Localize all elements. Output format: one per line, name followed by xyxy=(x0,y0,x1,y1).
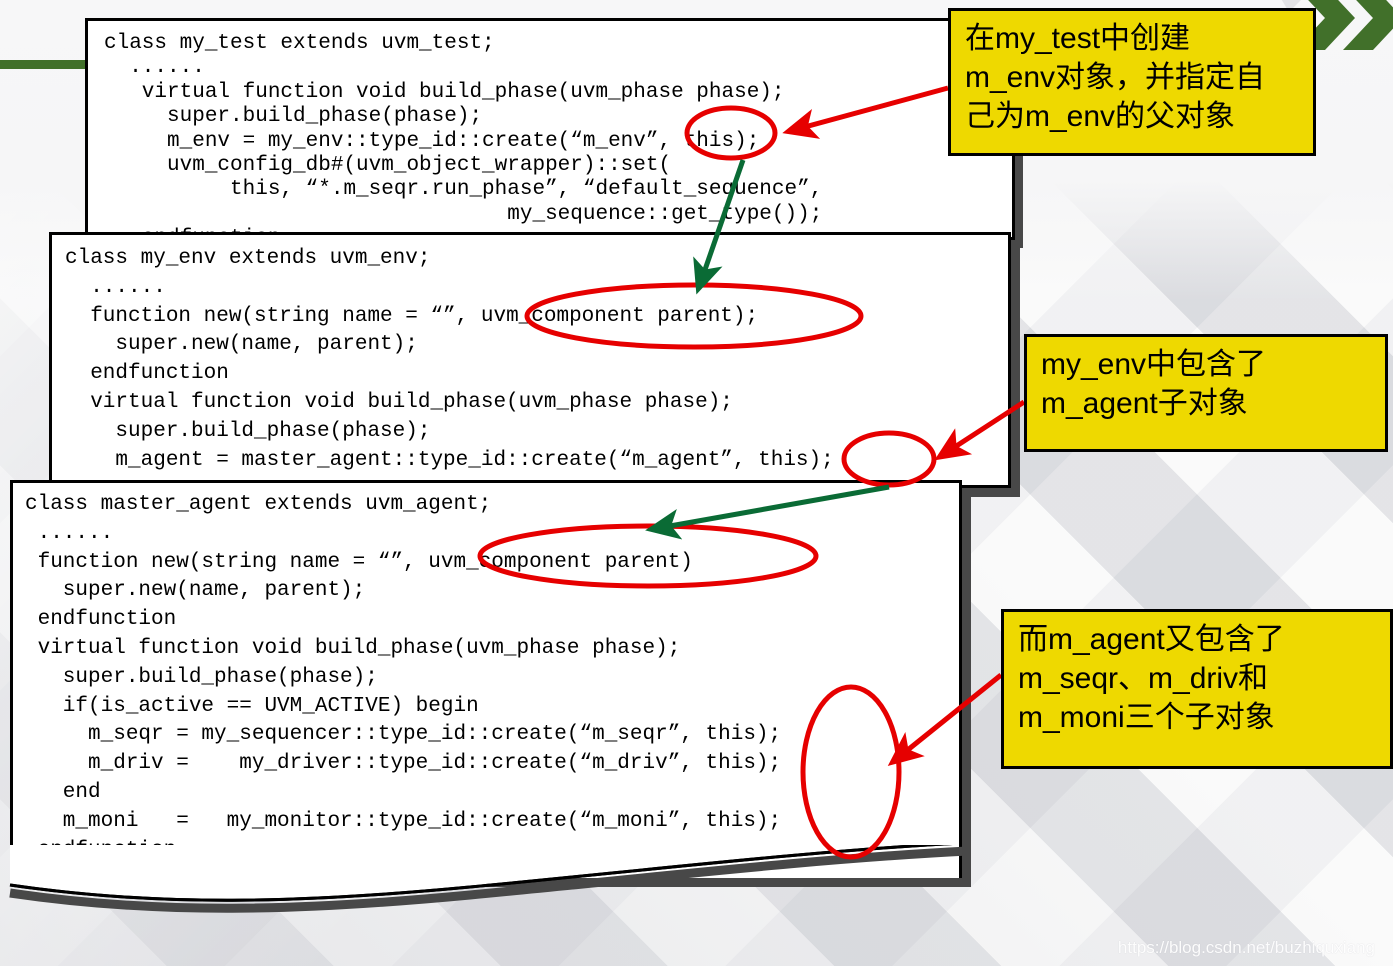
code-box-master-agent: class master_agent extends uvm_agent; ..… xyxy=(10,480,962,890)
code-box-my-test: class my_test extends uvm_test; ...... v… xyxy=(85,18,1015,250)
callout-my-test: 在my_test中创建 m_env对象，并指定自 己为m_env的父对象 xyxy=(948,8,1316,156)
code-box-my-env: class my_env extends uvm_env; ...... fun… xyxy=(49,232,1011,488)
callout-my-env: my_env中包含了 m_agent子对象 xyxy=(1024,334,1388,452)
callout-master-agent: 而m_agent又包含了 m_seqr、m_driv和 m_moni三个子对象 xyxy=(1001,609,1393,769)
watermark: https://blog.csdn.net/buzhiquxiang xyxy=(1117,938,1375,957)
